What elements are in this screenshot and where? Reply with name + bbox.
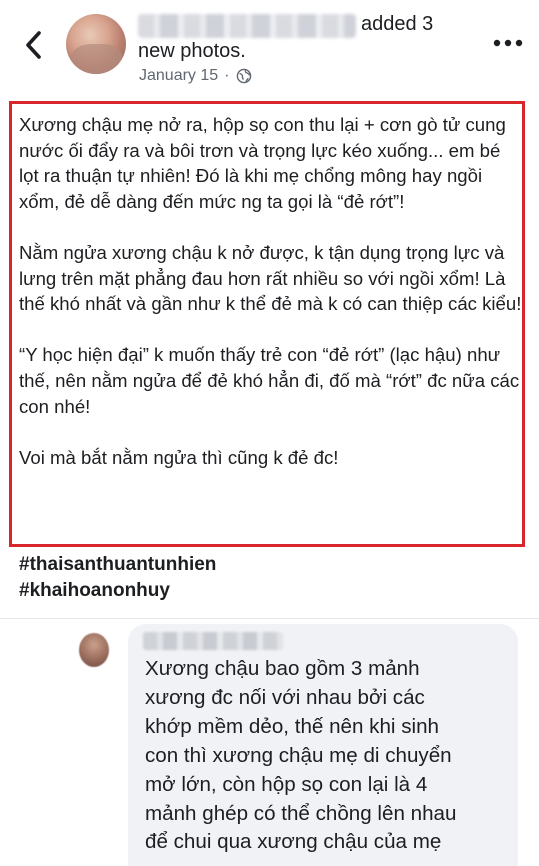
poster-avatar[interactable] (66, 14, 126, 74)
back-button[interactable] (18, 28, 48, 62)
comment-line: để chui qua xương chậu của mẹ (145, 830, 442, 854)
meta-separator: · (224, 67, 230, 84)
post-date[interactable]: January 15 (139, 67, 218, 85)
post-header: added 3 new photos. January 15 · (0, 0, 539, 100)
post-hashtags: #thaisanthuantunhien #khaihoanonhuy (19, 552, 216, 603)
globe-icon (236, 68, 251, 84)
comment-line: xương đc nối với nhau bởi các (145, 685, 425, 709)
comment-line: mảnh ghép có thể chồng lên nhau (145, 801, 457, 825)
post-body-text: Xương chậu mẹ nở ra, hộp sọ con thu lại … (19, 112, 524, 470)
comment-text: Xương chậu bao gồm 3 mảnh xương đc nối v… (145, 655, 505, 857)
section-divider (0, 618, 539, 619)
comment-line: mở lớn, còn hộp sọ con lại là 4 (145, 772, 428, 796)
post-action-text-line2: new photos. (138, 40, 246, 62)
post-paragraph: Xương chậu mẹ nở ra, hộp sọ con thu lại … (19, 114, 506, 212)
hashtag-link[interactable]: #khaihoanonhuy (19, 578, 216, 604)
hashtag-link[interactable]: #thaisanthuantunhien (19, 552, 216, 578)
comment-line: con thì xương chậu mẹ di chuyển (145, 743, 452, 767)
post-meta: January 15 · (139, 67, 252, 85)
comment-line: khớp mềm dẻo, thế nên khi sinh (145, 714, 439, 738)
poster-name-blurred[interactable] (138, 14, 356, 38)
post-action-text-line1: added 3 (361, 13, 434, 35)
post-paragraph: Nằm ngửa xương chậu k nở được, k tận dụn… (19, 241, 522, 315)
more-dots-icon (493, 39, 523, 47)
comment-line: Xương chậu bao gồm 3 mảnh (145, 657, 420, 680)
chevron-left-icon (26, 31, 41, 59)
more-options-button[interactable] (488, 28, 528, 58)
post-paragraph: Voi mà bắt nằm ngửa thì cũng k đẻ đc! (19, 446, 339, 468)
commenter-avatar[interactable] (79, 633, 109, 667)
post-paragraph: “Y học hiện đại” k muốn thấy trẻ con “đẻ… (19, 344, 520, 417)
commenter-name-blurred[interactable] (143, 632, 283, 650)
facebook-post-page: added 3 new photos. January 15 · Xương c… (0, 0, 539, 866)
